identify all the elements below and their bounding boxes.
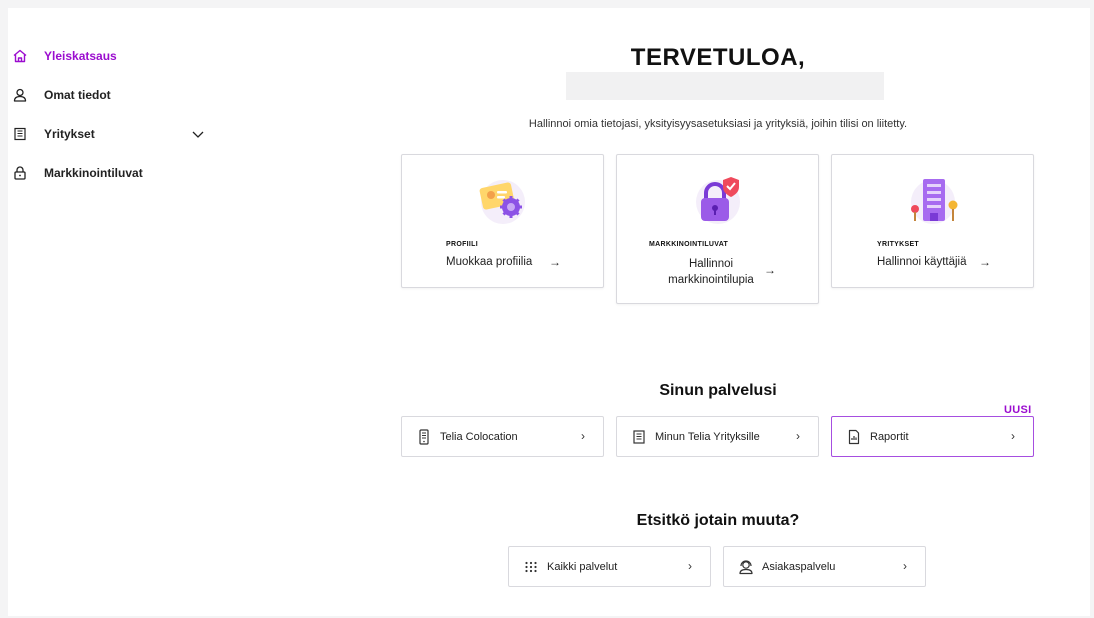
companies-card[interactable]: YRITYKSET Hallinnoi käyttäjiä → [831, 154, 1034, 288]
arrow-right-icon: → [764, 263, 776, 277]
chevron-right-icon: › [1011, 429, 1015, 443]
sidebar-item-label: Markkinointiluvat [44, 166, 143, 180]
service-label: Kaikki palvelut [547, 560, 618, 573]
sidebar-item-yritykset[interactable]: Yritykset [12, 122, 212, 146]
page-title: TERVETULOA, [630, 44, 806, 71]
building-icon [12, 126, 28, 142]
new-badge: UUSI [1004, 404, 1032, 416]
arrow-right-icon: → [979, 255, 991, 269]
office-building-illustration [903, 169, 963, 234]
sidebar-item-yleiskatsaus[interactable]: Yleiskatsaus [12, 44, 212, 68]
customer-service-button[interactable]: Asiakaspalvelu › [723, 546, 926, 587]
card-kicker: PROFIILI [446, 241, 478, 248]
user-name-placeholder [566, 72, 884, 100]
sidebar-item-omat-tiedot[interactable]: Omat tiedot [12, 83, 212, 107]
lock-icon [12, 165, 28, 181]
support-agent-icon [738, 559, 754, 575]
user-icon [12, 87, 28, 103]
card-action: Hallinnoi käyttäjiä [877, 256, 967, 268]
home-icon [12, 48, 28, 64]
card-action: Hallinnoi markkinointilupia [661, 256, 761, 288]
sidebar-item-label: Yritykset [44, 127, 95, 141]
card-kicker: MARKKINOINTILUVAT [649, 241, 729, 248]
service-label: Raportit [870, 430, 909, 443]
arrow-right-icon: → [549, 255, 561, 269]
chevron-right-icon: › [903, 559, 907, 573]
building-icon [631, 429, 647, 445]
grid-dots-icon [523, 559, 539, 575]
service-label: Telia Colocation [440, 430, 518, 443]
marketing-permissions-card[interactable]: MARKKINOINTILUVAT Hallinnoi markkinointi… [616, 154, 819, 304]
service-label: Asiakaspalvelu [762, 560, 836, 573]
other-section-title: Etsitkö jotain muuta? [636, 512, 800, 529]
sidebar-item-label: Omat tiedot [44, 88, 111, 102]
all-services-button[interactable]: Kaikki palvelut › [508, 546, 711, 587]
profile-card-gear-illustration [473, 169, 533, 234]
service-raportit[interactable]: Raportit › [831, 416, 1034, 457]
card-action: Muokkaa profiilia [446, 256, 533, 268]
chevron-right-icon: › [796, 429, 800, 443]
page-subtitle: Hallinnoi omia tietojasi, yksityisyysase… [528, 118, 908, 130]
card-action-line-2: markkinointilupia [668, 274, 754, 286]
document-icon [846, 429, 862, 445]
chevron-right-icon: › [688, 559, 692, 573]
chevron-right-icon: › [581, 429, 585, 443]
sidebar-item-markkinointiluvat[interactable]: Markkinointiluvat [12, 161, 212, 185]
profile-card[interactable]: PROFIILI Muokkaa profiilia → [401, 154, 604, 288]
padlock-shield-illustration [688, 169, 748, 234]
sidebar-item-label: Yleiskatsaus [44, 49, 117, 63]
card-kicker: YRITYKSET [877, 241, 919, 248]
service-minun-telia-yrityksille[interactable]: Minun Telia Yrityksille › [616, 416, 819, 457]
card-action-line-1: Hallinnoi [688, 258, 734, 270]
service-telia-colocation[interactable]: Telia Colocation › [401, 416, 604, 457]
phone-icon [416, 428, 432, 445]
service-label: Minun Telia Yrityksille [655, 430, 760, 443]
services-section-title: Sinun palvelusi [659, 382, 777, 399]
chevron-down-icon[interactable] [190, 126, 206, 142]
